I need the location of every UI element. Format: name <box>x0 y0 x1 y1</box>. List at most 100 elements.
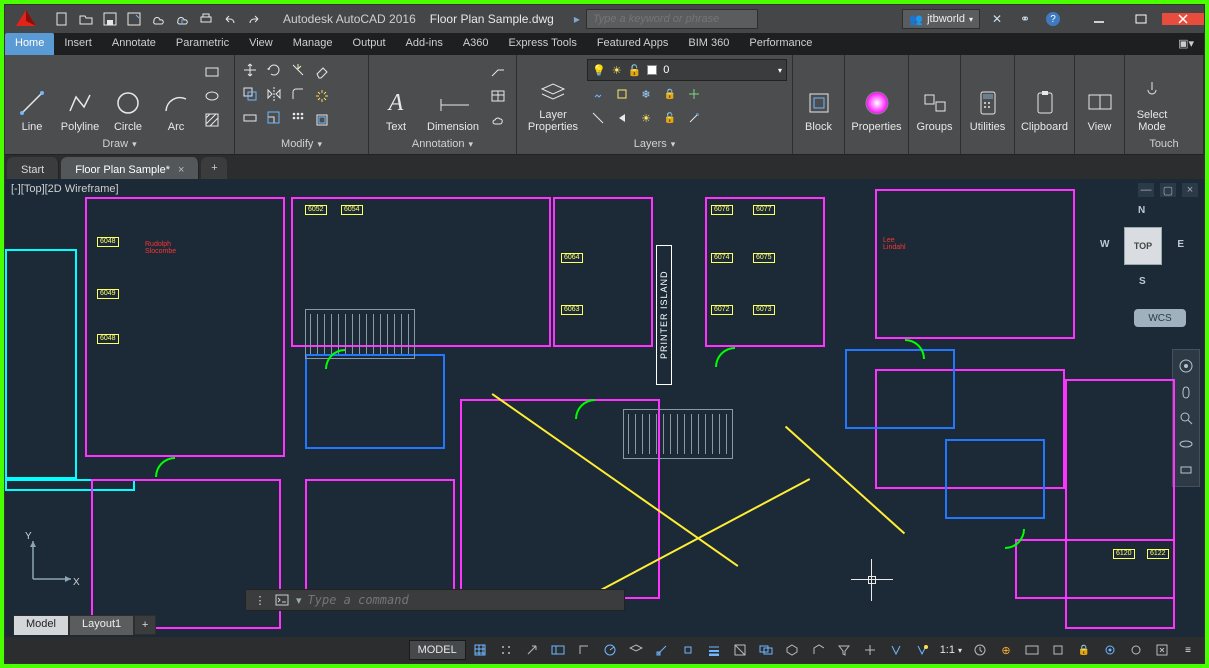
annotation-monitor-icon[interactable]: ⊕ <box>994 640 1018 660</box>
mirror-icon[interactable] <box>263 83 285 105</box>
lineweight-icon[interactable] <box>702 640 726 660</box>
undo-icon[interactable] <box>219 8 241 30</box>
modelspace-toggle[interactable]: MODEL <box>409 640 466 660</box>
annotation-scale[interactable]: 1:1▾ <box>936 640 966 660</box>
close-button[interactable] <box>1162 13 1204 25</box>
new-icon[interactable] <box>51 8 73 30</box>
ribbon-tab-performance[interactable]: Performance <box>739 33 822 55</box>
offset-icon[interactable] <box>311 109 333 131</box>
customize-status-icon[interactable]: ≡ <box>1176 640 1200 660</box>
grid-icon[interactable] <box>468 640 492 660</box>
ribbon-options-button[interactable]: ▣▾ <box>1168 33 1204 55</box>
arc-button[interactable]: Arc <box>153 59 199 135</box>
plot-icon[interactable] <box>195 8 217 30</box>
layer-lock-icon[interactable]: 🔒 <box>659 83 681 105</box>
isolate-objects-icon[interactable] <box>1124 640 1148 660</box>
ribbon-tab-home[interactable]: Home <box>5 33 54 55</box>
saveas-icon[interactable] <box>123 8 145 30</box>
ribbon-tab-express[interactable]: Express Tools <box>499 33 587 55</box>
help-icon[interactable]: ? <box>1042 8 1064 30</box>
layer-freeze-icon[interactable]: ❄ <box>635 83 657 105</box>
erase-icon[interactable] <box>311 61 333 83</box>
selection-cycling-icon[interactable] <box>754 640 778 660</box>
ortho-icon[interactable] <box>572 640 596 660</box>
quick-properties-icon[interactable] <box>1046 640 1070 660</box>
clipboard-button[interactable]: Clipboard <box>1019 59 1070 135</box>
ribbon-tab-annotate[interactable]: Annotate <box>102 33 166 55</box>
layer-off-icon[interactable] <box>587 83 609 105</box>
copy-icon[interactable] <box>239 83 261 105</box>
move-icon[interactable] <box>239 59 261 81</box>
dynamic-ucs-icon[interactable] <box>806 640 830 660</box>
lock-ui-icon[interactable]: 🔒 <box>1072 640 1096 660</box>
ribbon-tab-a360[interactable]: A360 <box>453 33 499 55</box>
view-button[interactable]: View <box>1079 59 1120 135</box>
layer-make-icon[interactable] <box>683 83 705 105</box>
scale-icon[interactable] <box>263 107 285 129</box>
file-tab-start[interactable]: Start <box>7 157 59 179</box>
infocenter-search-input[interactable] <box>586 9 758 29</box>
minimize-button[interactable] <box>1078 13 1120 25</box>
ribbon-tab-featured[interactable]: Featured Apps <box>587 33 679 55</box>
ribbon-tab-bim360[interactable]: BIM 360 <box>678 33 739 55</box>
rectangle-icon[interactable] <box>201 61 223 83</box>
layout-tab-model[interactable]: Model <box>13 615 69 635</box>
dynamic-input-icon[interactable] <box>546 640 570 660</box>
hatch-icon[interactable] <box>201 109 223 131</box>
ribbon-tab-output[interactable]: Output <box>343 33 396 55</box>
circle-button[interactable]: Circle <box>105 59 151 135</box>
layer-match-icon[interactable] <box>587 107 609 129</box>
autoscale-icon[interactable] <box>910 640 934 660</box>
annotation-visibility-icon[interactable] <box>884 640 908 660</box>
polar-icon[interactable] <box>598 640 622 660</box>
ribbon-tab-manage[interactable]: Manage <box>283 33 343 55</box>
units-icon[interactable] <box>1020 640 1044 660</box>
explode-icon[interactable] <box>311 85 333 107</box>
utilities-button[interactable]: Utilities <box>965 59 1010 135</box>
ribbon-tab-addins[interactable]: Add-ins <box>396 33 453 55</box>
clean-screen-icon[interactable] <box>1150 640 1174 660</box>
cloud-open-icon[interactable] <box>147 8 169 30</box>
workspace-switch-icon[interactable] <box>968 640 992 660</box>
layout-add-button[interactable]: + <box>134 615 156 635</box>
layer-thaw-icon[interactable]: ☀ <box>635 107 657 129</box>
leader-icon[interactable] <box>487 61 509 83</box>
new-tab-button[interactable]: + <box>201 157 227 179</box>
recent-docs-icon[interactable]: ▸ <box>574 12 580 26</box>
layer-unlock-icon[interactable]: 🔓 <box>659 107 681 129</box>
command-input[interactable] <box>308 593 618 607</box>
snap-icon[interactable] <box>494 640 518 660</box>
layer-change-icon[interactable] <box>683 107 705 129</box>
ucs-icon[interactable]: Y X <box>23 529 83 589</box>
trim-icon[interactable] <box>287 59 309 81</box>
dimension-button[interactable]: Dimension <box>421 59 485 135</box>
select-mode-button[interactable]: SelectMode <box>1129 59 1175 135</box>
app-menu-button[interactable] <box>5 5 47 33</box>
ellipse-icon[interactable] <box>201 85 223 107</box>
exchange-apps-icon[interactable]: ✕ <box>986 8 1008 30</box>
maximize-button[interactable] <box>1120 13 1162 25</box>
table-icon[interactable] <box>487 85 509 107</box>
polyline-button[interactable]: Polyline <box>57 59 103 135</box>
line-button[interactable]: Line <box>9 59 55 135</box>
cloud-save-icon[interactable] <box>171 8 193 30</box>
3dosnap-icon[interactable] <box>780 640 804 660</box>
redo-icon[interactable] <box>243 8 265 30</box>
selection-filter-icon[interactable] <box>832 640 856 660</box>
signin-menu[interactable]: 👥 jtbworld ▾ <box>902 9 980 29</box>
command-history-icon[interactable]: ⋮ <box>252 592 268 608</box>
osnap-track-icon[interactable] <box>650 640 674 660</box>
fillet-icon[interactable] <box>287 83 309 105</box>
rotate-icon[interactable] <box>263 59 285 81</box>
block-button[interactable]: Block <box>797 59 840 135</box>
close-icon[interactable]: × <box>178 164 184 176</box>
command-line[interactable]: ⋮ ▾ <box>245 589 625 611</box>
osnap-icon[interactable] <box>676 640 700 660</box>
stretch-icon[interactable] <box>239 107 261 129</box>
ribbon-tab-parametric[interactable]: Parametric <box>166 33 239 55</box>
drawing-viewport[interactable]: [-][Top][2D Wireframe] — ▢ × N S E W TOP… <box>5 179 1204 637</box>
properties-button[interactable]: Properties <box>849 59 904 135</box>
save-icon[interactable] <box>99 8 121 30</box>
cloud-icon[interactable] <box>487 109 509 131</box>
layer-properties-button[interactable]: LayerProperties <box>521 59 585 135</box>
